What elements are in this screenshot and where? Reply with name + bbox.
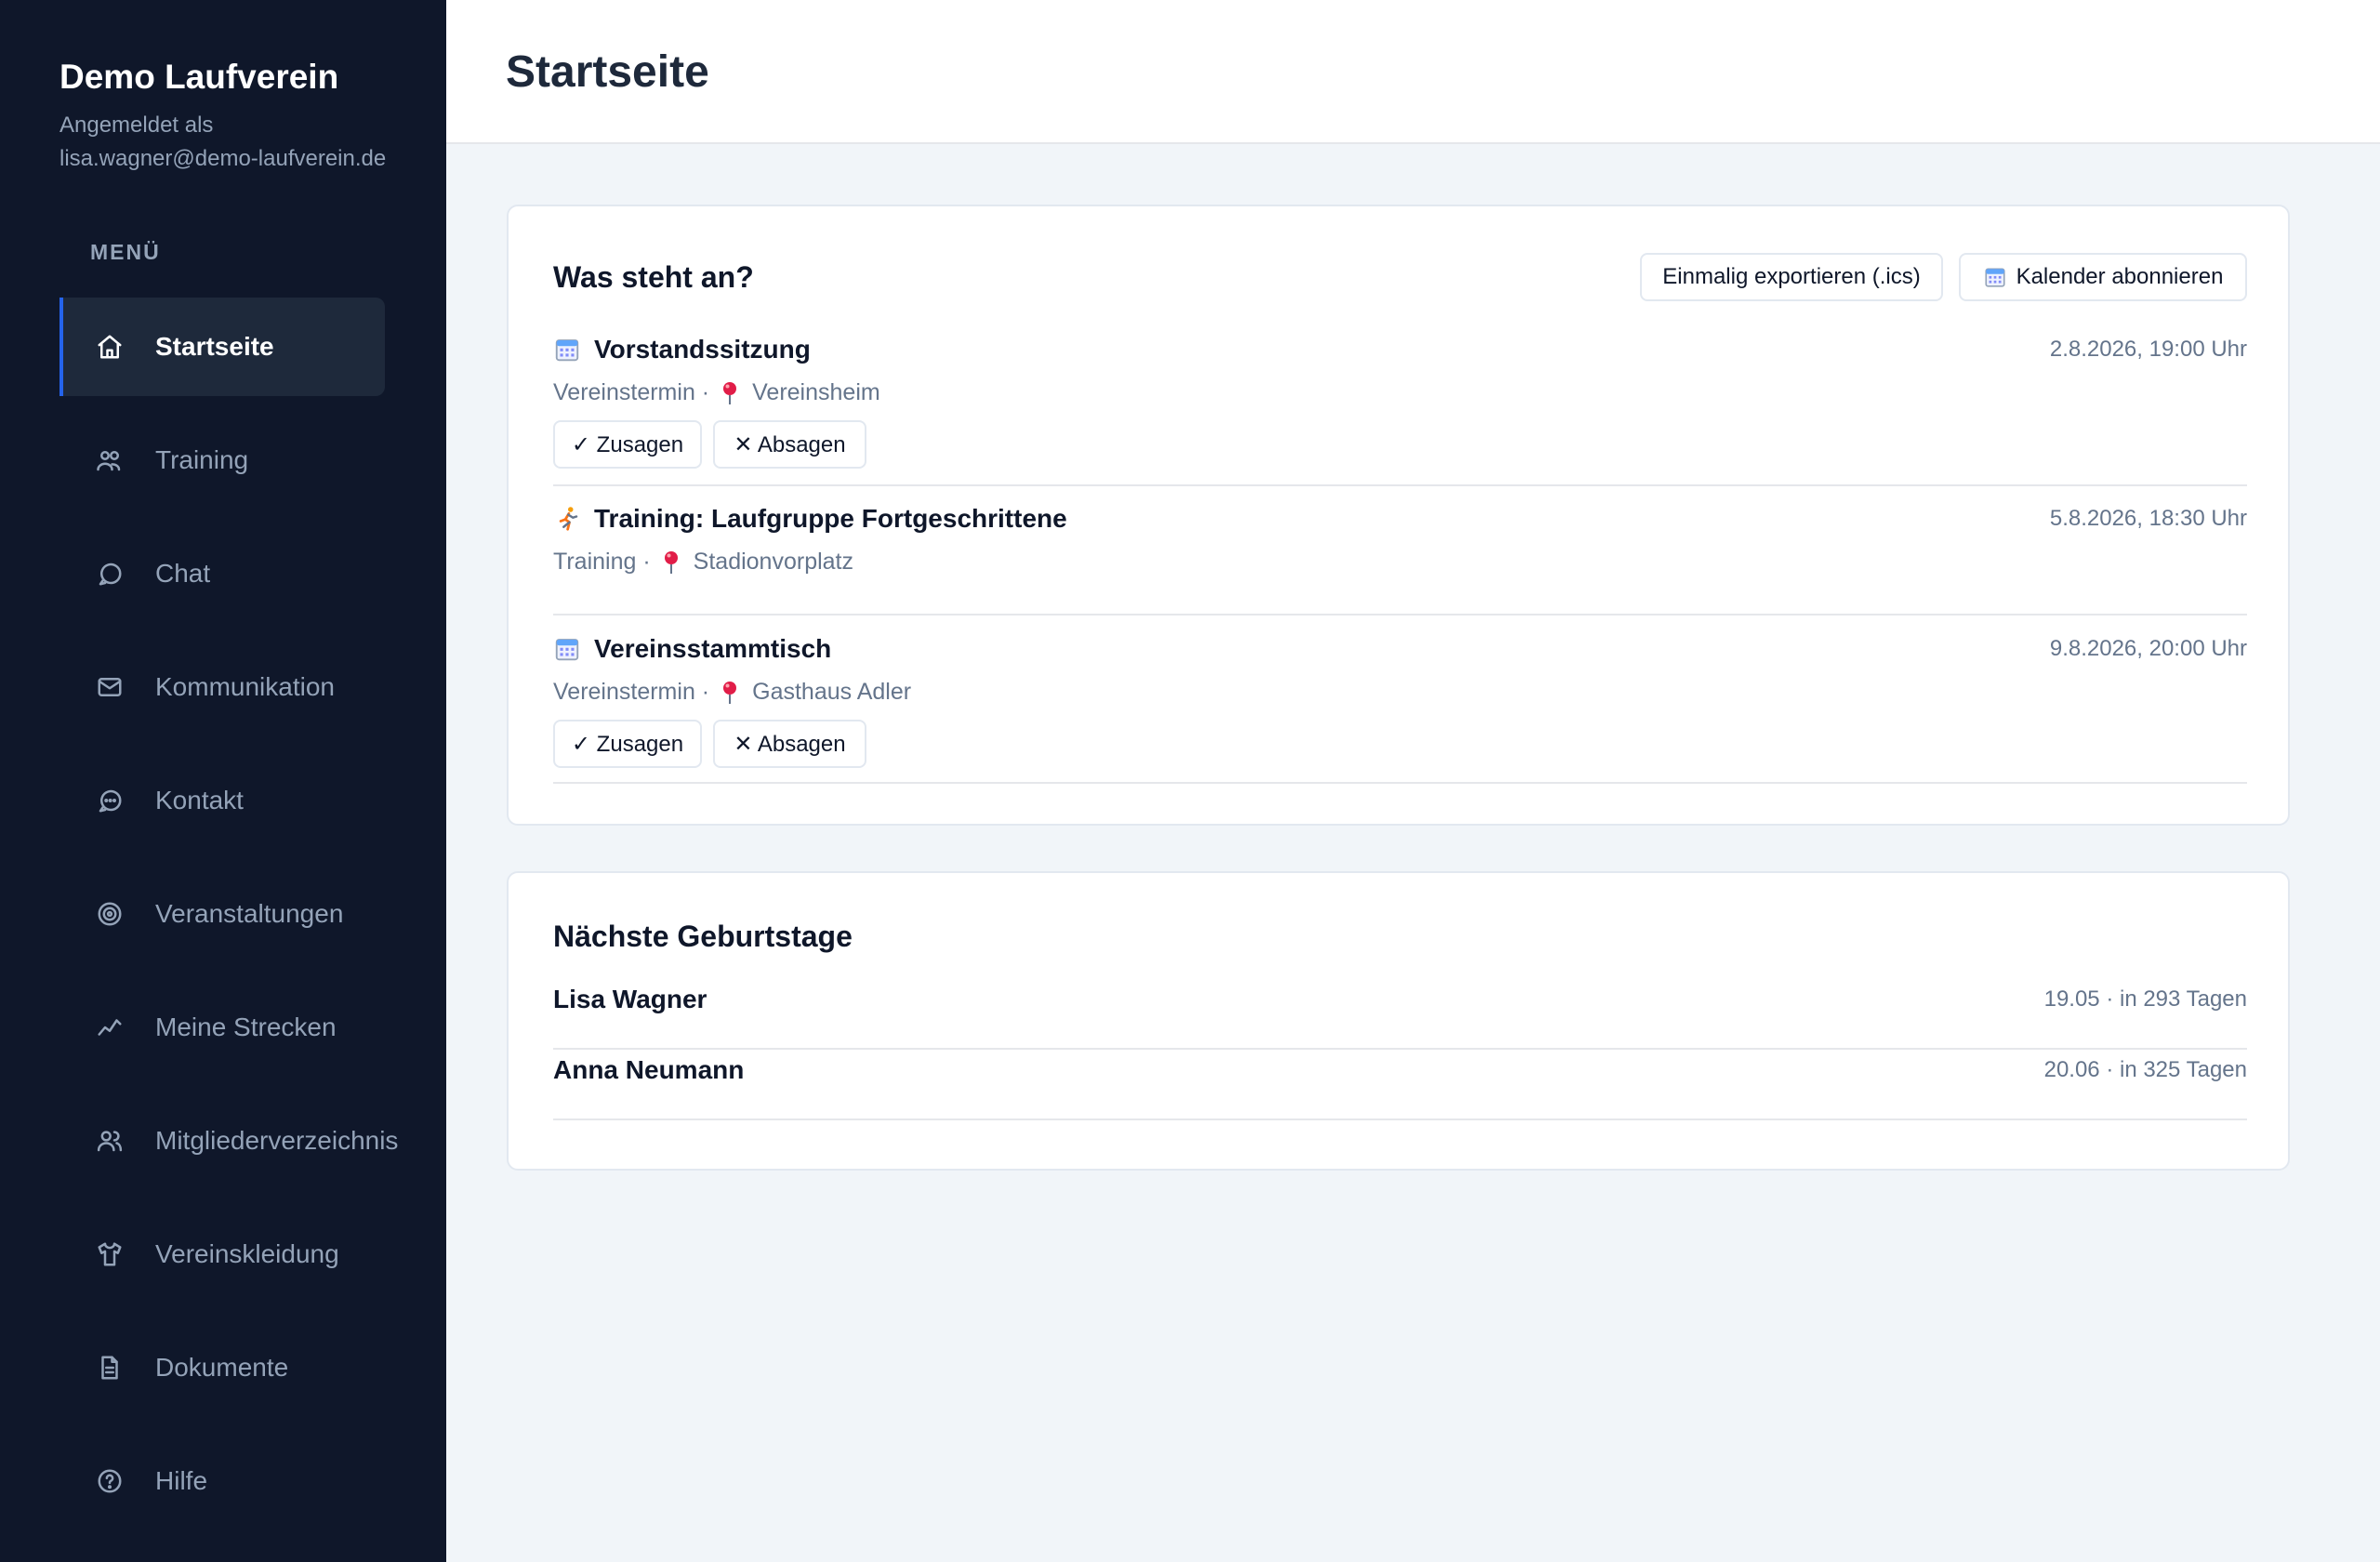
location-pin-icon (721, 681, 739, 705)
sidebar-item-label: Veranstaltungen (155, 899, 344, 928)
menu-heading: MENÜ (90, 240, 161, 264)
sidebar-item-label: Vereinskleidung (155, 1239, 339, 1268)
help-circle-icon (94, 1465, 126, 1497)
birthday-name: Lisa Wagner (553, 985, 707, 1013)
sidebar-item-label: Kontakt (155, 786, 244, 814)
sidebar-item-kommunikation[interactable]: Kommunikation (60, 638, 385, 736)
sidebar-item-dokumente[interactable]: Dokumente (60, 1318, 385, 1417)
sidebar-item-label: Hilfe (155, 1466, 208, 1495)
event-type: Training · (553, 549, 651, 575)
birthday-row: Anna Neumann 20.06 · in 325 Tagen (553, 1050, 2247, 1120)
birthdays-title: Nächste Geburtstage (553, 920, 853, 953)
event-item: Vereinsstammtisch 9.8.2026, 20:00 Uhr Ve… (553, 616, 2247, 784)
decline-button[interactable]: ✕ Absagen (713, 420, 866, 469)
sidebar-item-startseite[interactable]: Startseite (60, 298, 385, 396)
birthday-info: 19.05 · in 293 Tagen (2043, 986, 2247, 1012)
sidebar-item-label: Chat (155, 559, 211, 588)
accept-button[interactable]: ✓ Zusagen (553, 420, 702, 469)
event-item: Vorstandssitzung 2.8.2026, 19:00 Uhr Ver… (553, 335, 2247, 486)
sidebar-item-vereinskleidung[interactable]: Vereinskleidung (60, 1205, 385, 1304)
decline-button[interactable]: ✕ Absagen (713, 720, 866, 768)
sidebar-item-veranstaltungen[interactable]: Veranstaltungen (60, 865, 385, 963)
event-type: Vereinstermin · (553, 679, 710, 705)
sidebar-item-chat[interactable]: Chat (60, 524, 385, 623)
export-ics-label: Einmalig exportieren (.ics) (1662, 264, 1921, 289)
sidebar: Demo Laufverein Angemeldet als lisa.wagn… (0, 0, 446, 1562)
export-ics-button[interactable]: Einmalig exportieren (.ics) (1640, 253, 1943, 301)
sidebar-item-label: Dokumente (155, 1353, 289, 1382)
event-item: Training: Laufgruppe Fortgeschrittene 5.… (553, 504, 2247, 616)
subscribe-calendar-button[interactable]: Kalender abonnieren (1959, 253, 2247, 301)
trend-line-icon (94, 1012, 126, 1043)
sidebar-item-kontakt[interactable]: Kontakt (60, 751, 385, 850)
sidebar-item-label: Mitgliederverzeichnis (155, 1126, 399, 1155)
members-icon (94, 1125, 126, 1157)
event-title: Vorstandssitzung (594, 335, 811, 364)
birthday-row: Lisa Wagner 19.05 · in 293 Tagen (553, 979, 2247, 1050)
page-title: Startseite (506, 47, 709, 97)
birthdays-card: Nächste Geburtstage Lisa Wagner 19.05 · … (507, 871, 2290, 1171)
logged-in-email: lisa.wagner@demo-laufverein.de (60, 146, 387, 171)
chat-bubble-icon (94, 558, 126, 589)
home-icon (94, 331, 126, 363)
birthday-name: Anna Neumann (553, 1055, 745, 1084)
event-location: Stadionvorplatz (693, 549, 853, 575)
event-date: 5.8.2026, 18:30 Uhr (2049, 506, 2247, 531)
event-date: 2.8.2026, 19:00 Uhr (2049, 337, 2247, 362)
subscribe-calendar-label: Kalender abonnieren (2016, 264, 2224, 289)
calendar-icon (1985, 268, 2005, 287)
sidebar-item-label: Startseite (155, 332, 274, 361)
sidebar-item-meine-strecken[interactable]: Meine Strecken (60, 978, 385, 1077)
shirt-icon (94, 1238, 126, 1270)
event-location: Vereinsheim (752, 379, 880, 405)
event-title: Vereinsstammtisch (594, 634, 832, 663)
event-type: Vereinstermin · (553, 379, 710, 405)
brand-name: Demo Laufverein (60, 58, 339, 96)
upcoming-card: Was steht an? Einmalig exportieren (.ics… (507, 205, 2290, 826)
location-pin-icon (721, 381, 739, 405)
event-date: 9.8.2026, 20:00 Uhr (2049, 636, 2247, 661)
event-location: Gasthaus Adler (752, 679, 912, 705)
event-title: Training: Laufgruppe Fortgeschrittene (594, 504, 1067, 533)
calendar-icon (555, 339, 579, 362)
top-bar: Startseite (446, 0, 2380, 144)
sidebar-item-label: Training (155, 445, 249, 474)
target-icon (94, 898, 126, 930)
document-icon (94, 1352, 126, 1383)
birthday-info: 20.06 · in 325 Tagen (2043, 1057, 2247, 1082)
mail-icon (94, 671, 126, 703)
runner-icon (553, 505, 581, 533)
sidebar-item-training[interactable]: Training (60, 411, 385, 510)
accept-button[interactable]: ✓ Zusagen (553, 720, 702, 768)
sidebar-item-mitgliederverzeichnis[interactable]: Mitgliederverzeichnis (60, 1092, 398, 1190)
message-dots-icon (94, 785, 126, 816)
sidebar-item-hilfe[interactable]: Hilfe (60, 1432, 385, 1530)
location-pin-icon (662, 550, 681, 575)
users-icon (94, 444, 126, 476)
logged-in-label: Angemeldet als (60, 113, 214, 138)
sidebar-item-label: Kommunikation (155, 672, 335, 701)
upcoming-title: Was steht an? (553, 260, 754, 294)
calendar-icon (555, 639, 579, 661)
sidebar-item-label: Meine Strecken (155, 1013, 337, 1041)
